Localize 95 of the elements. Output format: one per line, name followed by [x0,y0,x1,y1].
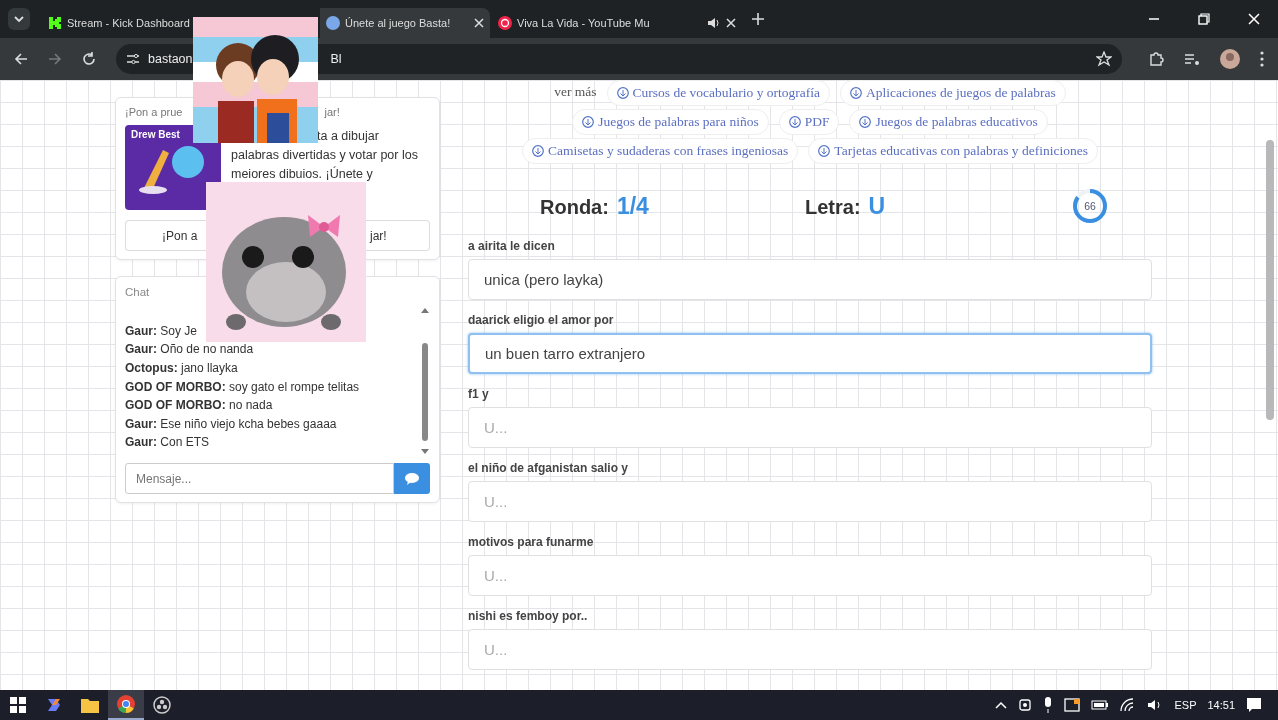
promo-text: palabras divertidas y votar por los [231,147,418,164]
notifications-icon[interactable] [1246,697,1262,713]
windows-icon [10,697,26,713]
send-button[interactable] [394,463,430,494]
question-label: nishi es femboy por.. [468,609,589,624]
answer-field[interactable]: un buen tarro extranjero [468,333,1152,374]
site-icon [326,16,340,30]
language-indicator[interactable]: ESP [1174,699,1197,711]
avatar-icon[interactable] [1220,49,1240,69]
plus-circle-icon [788,116,801,128]
chat-message: Gaur: Oño de no nanda [125,341,255,359]
battery-icon[interactable] [1091,700,1110,710]
close-icon[interactable] [726,18,736,28]
back-icon[interactable] [14,52,28,66]
media-icon[interactable] [1184,51,1200,67]
url-text: Bl [330,52,342,66]
card-title: jar! [324,106,340,118]
draw-button[interactable]: jar! [366,220,430,251]
music-icon [498,16,512,30]
card-title: ¡Pon a prue [125,106,183,118]
close-icon[interactable] [474,18,484,28]
chat-message: Octopus: jano llayka [125,360,239,378]
banner-title: Drew Best [131,129,180,140]
plus-circle-icon [582,116,595,128]
promo-text: meiores dibuios. ¡Únete y [231,165,374,183]
timer-value: 66 [1083,199,1097,214]
related-search-chip[interactable]: Aplicaciones de juegos de palabras [840,80,1066,106]
related-search-chip[interactable]: Cursos de vocabulario y ortografía [606,80,831,106]
forward-icon[interactable] [48,52,62,66]
scroll-down-icon[interactable] [421,449,429,454]
camera-icon[interactable] [1018,698,1033,712]
answer-field[interactable]: U... [468,481,1152,522]
menu-icon[interactable] [1260,51,1264,67]
reload-icon[interactable] [82,52,96,66]
caret-up-icon[interactable] [995,701,1008,709]
copilot-icon [45,696,63,714]
related-search-chip[interactable]: Juegos de palabras educativos [849,109,1048,135]
taskbar-app[interactable] [108,690,144,720]
tab-title: Stream - Kick Dashboard [67,17,190,29]
related-search-chip[interactable]: PDF [778,109,840,135]
related-search-chip[interactable]: Camisetas y sudaderas con frases ingeniosas [522,138,799,164]
answer-field[interactable]: unica (pero layka) [468,259,1152,300]
chat-message: Gaur: Soy Je [125,322,199,340]
question-label: f1 y [468,387,490,402]
obs-icon [153,696,171,714]
draw-button[interactable]: ¡Pon a [125,220,207,251]
related-search-chip[interactable]: Juegos de palabras para niños [572,109,769,135]
question-label: a airita le dicen [468,239,556,254]
browser-tab[interactable]: Únete al juego Basta! [320,8,490,38]
tab-title: Únete al juego Basta! [345,17,452,29]
tab-title: Viva La Vida - YouTube Mu [517,17,651,29]
chrome-icon [117,695,135,713]
browser-tab[interactable]: Viva La Vida - YouTube Mu [492,8,742,38]
question-label: daarick eligio el amor por [468,313,615,328]
scrollbar[interactable] [420,308,430,454]
url-text: bastaon [148,52,193,66]
letter-label: Letra: [805,195,861,219]
round-value: 1/4 [616,192,649,220]
more-link[interactable]: ver más [554,80,597,106]
related-search-chip[interactable]: Tarjetas educativas con palabras y definiciones [808,138,1098,164]
plus-circle-icon [818,145,831,157]
star-icon[interactable] [1096,51,1112,67]
message-field[interactable]: Mensaje... [125,463,394,494]
question-label: motivos para funarme [468,535,595,550]
puzzle-icon[interactable] [1148,51,1164,67]
chat-message: GOD OF MORBO: no nada [125,397,274,415]
question-label: el niño de afganistan salio y [468,461,630,476]
answer-field[interactable]: U... [468,629,1152,670]
chat-title: Chat [125,286,151,298]
promo-text: ta a dibujar [316,128,380,145]
chat-message: Gaur: Con ETS [125,434,211,452]
plus-circle-icon [532,145,545,157]
answer-field[interactable]: U... [468,407,1152,448]
plus-circle-icon [859,116,872,128]
app-tray-icon[interactable] [1064,698,1081,712]
speaker-icon[interactable] [707,17,721,29]
plus-circle-icon [850,87,863,99]
speech-bubble-icon [405,472,419,485]
folder-icon [81,697,99,713]
new-tab-icon[interactable] [752,13,764,25]
tab-search-button[interactable] [8,8,30,30]
scroll-up-icon[interactable] [421,308,429,313]
k-logo-icon [48,16,62,30]
letter-value: U [868,192,886,220]
browser-tab[interactable]: Stream - Kick Dashboard [42,8,194,38]
answer-field[interactable]: U... [468,555,1152,596]
restore-icon[interactable] [1198,13,1210,25]
round-label: Ronda: [540,195,609,219]
chat-message: GOD OF MORBO: soy gato el rompe telitas [125,378,361,396]
microphone-icon[interactable] [1043,697,1054,713]
plus-circle-icon [616,87,629,99]
chevron-down-icon [13,13,25,25]
clock[interactable]: 14:51 [1207,699,1235,711]
chat-message: Gaur: Ese niño viejo kcha bebes gaaaa [125,415,338,433]
site-settings-icon[interactable] [126,52,140,66]
